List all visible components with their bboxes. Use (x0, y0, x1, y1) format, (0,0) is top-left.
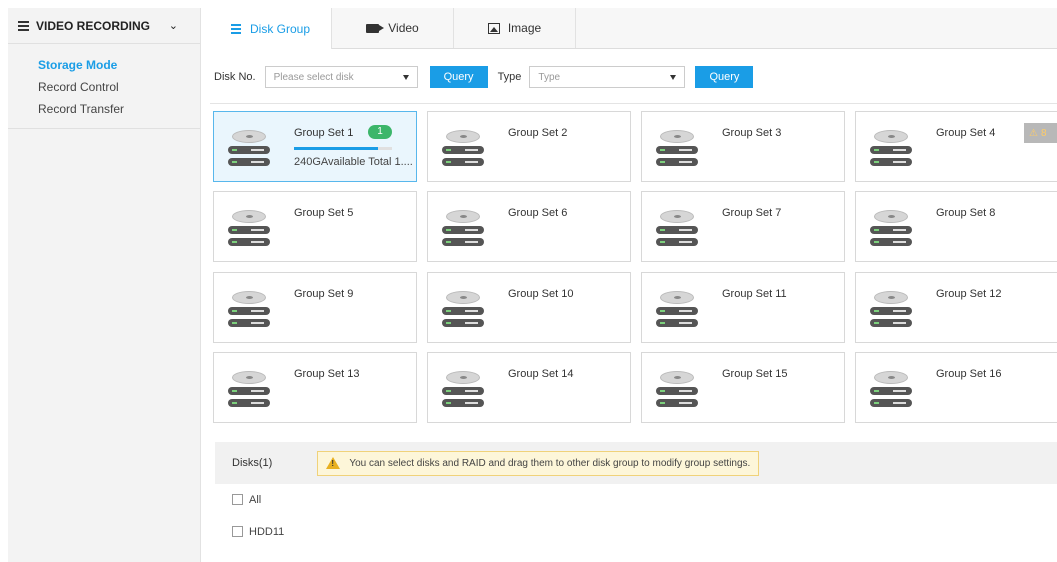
group-name: Group Set 10 (508, 288, 574, 300)
select-all-label: All (249, 493, 262, 506)
type-label: Type (497, 71, 522, 83)
hard-disk-icon (442, 371, 484, 411)
type-select-placeholder: Type (538, 71, 561, 83)
tab-bar: Disk Group Video Image (210, 8, 1057, 49)
disk-group-card[interactable]: Group Set 12 (855, 272, 1057, 343)
group-name: Group Set 14 (508, 368, 574, 380)
group-name: Group Set 3 (722, 127, 782, 139)
group-name: Group Set 1 (294, 127, 354, 139)
disk-checkbox[interactable] (232, 526, 243, 537)
type-select[interactable]: Type (529, 66, 686, 88)
caret-down-icon (670, 75, 677, 80)
caret-down-icon (402, 75, 409, 80)
group-name: Group Set 13 (294, 368, 360, 380)
disk-group-card[interactable]: Group Set 15 (641, 352, 845, 423)
sidebar: VIDEO RECORDING ⌄ Storage Mode Record Co… (8, 8, 201, 562)
warning-icon (326, 457, 341, 469)
image-icon (487, 22, 500, 34)
disk-count-badge: 1 (368, 125, 392, 139)
disk-select-placeholder: Please select disk (273, 71, 354, 83)
select-all-checkbox[interactable] (232, 494, 243, 505)
disk-group-card[interactable]: Group Set 16 (855, 352, 1057, 423)
disk-group-card[interactable]: Group Set 11 (641, 272, 845, 343)
chevron-down-icon[interactable]: ⌄ (169, 19, 178, 32)
sidebar-item-storage-mode[interactable]: Storage Mode (8, 54, 200, 76)
sidebar-title: VIDEO RECORDING (36, 18, 151, 33)
sidebar-item-record-transfer[interactable]: Record Transfer (8, 98, 200, 120)
warning-icon: ⚠ (1029, 127, 1038, 139)
hard-disk-icon (228, 210, 270, 250)
disk-row[interactable]: HDD11 (215, 518, 1057, 545)
disk-group-card[interactable]: Group Set 9 (213, 272, 417, 343)
group-name: Group Set 6 (508, 207, 568, 219)
hard-disk-icon (870, 210, 912, 250)
group-name: Group Set 2 (508, 127, 568, 139)
group-name: Group Set 9 (294, 288, 354, 300)
hard-disk-icon (656, 291, 698, 331)
video-camera-icon (366, 23, 385, 33)
hard-disk-icon (228, 130, 270, 170)
disk-group-card[interactable]: Group Set 6 (427, 191, 631, 262)
query-bar: Disk No. Please select disk Query Type T… (210, 60, 1057, 94)
warning-count: 8 (1040, 127, 1047, 139)
disk-group-card[interactable]: Group Set 14 (427, 352, 631, 423)
group-name: Group Set 8 (936, 207, 996, 219)
group-name: Group Set 12 (936, 288, 1002, 300)
disk-group-card[interactable]: Group Set 8 (855, 191, 1057, 262)
tab-video[interactable]: Video (332, 8, 454, 48)
query-button[interactable]: Query (429, 66, 488, 88)
capacity-progress-bar (294, 147, 392, 150)
capacity-text: 240GAvailable Total 1.... (294, 156, 413, 168)
disk-label: HDD11 (249, 525, 285, 538)
disk-no-label: Disk No. (214, 71, 256, 83)
hard-disk-icon (442, 210, 484, 250)
group-name: Group Set 16 (936, 368, 1002, 380)
disk-group-card[interactable]: Group Set 4 ⚠ 8 (855, 111, 1057, 182)
sidebar-header[interactable]: VIDEO RECORDING ⌄ (8, 8, 200, 44)
hard-disk-icon (442, 291, 484, 331)
disks-header: Disks(1) You can select disks and RAID a… (215, 442, 1057, 484)
group-name: Group Set 15 (722, 368, 788, 380)
tab-image[interactable]: Image (454, 8, 576, 48)
hard-disk-icon (228, 291, 270, 331)
disk-group-card[interactable]: Group Set 3 (641, 111, 845, 182)
tab-label: Disk Group (249, 21, 311, 36)
group-name: Group Set 4 (936, 127, 996, 139)
group-name: Group Set 7 (722, 207, 782, 219)
disk-group-card[interactable]: Group Set 5 (213, 191, 417, 262)
hard-disk-icon (870, 130, 912, 170)
capacity-progress-fill (294, 147, 379, 150)
list-icon (230, 23, 241, 34)
select-all-row[interactable]: All (215, 486, 1057, 513)
disk-group-card[interactable]: Group Set 10 (427, 272, 631, 343)
hard-disk-icon (870, 371, 912, 411)
tab-label: Image (507, 21, 542, 35)
group-name: Group Set 11 (722, 288, 787, 300)
tip-text: You can select disks and RAID and drag t… (349, 457, 751, 469)
disk-group-card[interactable]: Group Set 2 (427, 111, 631, 182)
query-type-button[interactable]: Query (695, 66, 754, 88)
disks-title: Disks(1) (232, 457, 273, 469)
hard-disk-icon (228, 371, 270, 411)
group-name: Group Set 5 (294, 207, 354, 219)
hard-disk-icon (656, 210, 698, 250)
hard-disk-icon (442, 130, 484, 170)
tab-disk-group[interactable]: Disk Group (210, 8, 332, 49)
disk-select[interactable]: Please select disk (264, 66, 418, 88)
hard-disk-icon (656, 371, 698, 411)
disk-group-card[interactable]: Group Set 13 (213, 352, 417, 423)
warning-badge[interactable]: ⚠ 8 (1024, 123, 1057, 143)
disk-group-grid: Group Set 1 1 240GAvailable Total 1.... Gro… (210, 103, 1057, 431)
tab-label: Video (388, 21, 419, 35)
disks-panel: Disks(1) You can select disks and RAID a… (215, 442, 1057, 562)
disk-group-card[interactable]: Group Set 1 1 240GAvailable Total 1.... (213, 111, 417, 182)
menu-icon (18, 20, 29, 31)
sidebar-item-record-control[interactable]: Record Control (8, 76, 200, 98)
hard-disk-icon (870, 291, 912, 331)
disk-group-card[interactable]: Group Set 7 (641, 191, 845, 262)
sidebar-menu: Storage Mode Record Control Record Trans… (8, 44, 200, 129)
hard-disk-icon (656, 130, 698, 170)
tip-banner: You can select disks and RAID and drag t… (317, 450, 760, 476)
